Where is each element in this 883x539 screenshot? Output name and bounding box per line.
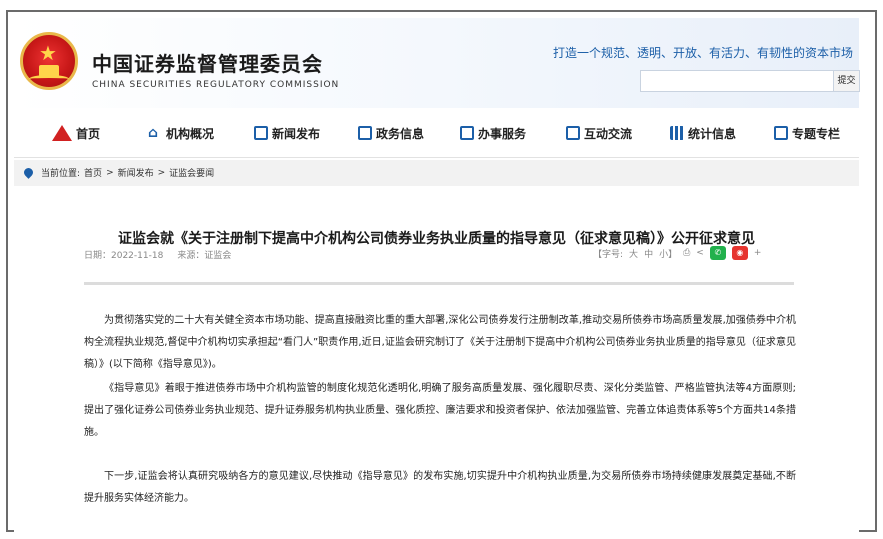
site-header: ★ 中国证券监督管理委员会 CHINA SECURITIES REGULATOR… bbox=[14, 18, 860, 108]
title-divider bbox=[84, 282, 794, 285]
nav-item-label: 统计信息 bbox=[688, 126, 737, 141]
slogan: 打造一个规范、透明、开放、有活力、有韧性的资本市场 bbox=[552, 46, 853, 60]
nav-item-special[interactable]: 专题专栏 bbox=[774, 122, 840, 144]
print-icon[interactable]: ⎙ bbox=[683, 248, 690, 258]
nav-item-home[interactable]: 首页 bbox=[52, 122, 100, 144]
building-icon: ⌂ bbox=[148, 125, 159, 141]
chat-icon bbox=[566, 126, 580, 140]
weibo-share-icon[interactable]: ◉ bbox=[731, 246, 748, 260]
main-nav: 首页 ⌂ 机构概况 新闻发布 政务信息 办事服务 互动交流 统计信息 专题专栏 bbox=[14, 108, 859, 158]
bar-chart-icon bbox=[670, 126, 684, 140]
home-icon bbox=[52, 125, 72, 141]
wheat-icon bbox=[29, 75, 69, 83]
monitor-icon bbox=[358, 126, 372, 140]
org-name-cn[interactable]: 中国证券监督管理委员会 bbox=[92, 48, 323, 77]
nav-item-gov-info[interactable]: 政务信息 bbox=[358, 122, 424, 144]
font-size-medium-button[interactable]: 中 bbox=[644, 247, 653, 260]
org-name-en: CHINA SECURITIES REGULATORY COMMISSION bbox=[92, 80, 340, 90]
article-meta: 日期：2022-11-18 来源：证监会 bbox=[84, 248, 231, 261]
search-input[interactable] bbox=[640, 70, 834, 92]
nav-item-label: 机构概况 bbox=[166, 126, 215, 141]
nav-item-label: 专题专栏 bbox=[792, 126, 841, 141]
breadcrumb-item-csrc-news[interactable]: 证监会要闻 bbox=[169, 166, 214, 179]
nav-item-interaction[interactable]: 互动交流 bbox=[566, 122, 632, 144]
breadcrumb: 当前位置: 首页 > 新闻发布 > 证监会要闻 bbox=[22, 166, 214, 179]
nav-item-label: 首页 bbox=[76, 126, 101, 141]
nav-item-services[interactable]: 办事服务 bbox=[460, 122, 526, 144]
breadcrumb-item-news[interactable]: 新闻发布 bbox=[118, 166, 154, 179]
nav-item-label: 新闻发布 bbox=[272, 126, 321, 141]
wechat-share-icon[interactable]: ✆ bbox=[709, 246, 726, 260]
article-source: 来源：证监会 bbox=[177, 251, 232, 261]
article-paragraph: 为贯彻落实党的二十大有关健全资本市场功能、提高直接融资比重的重大部署,深化公司债… bbox=[84, 315, 796, 370]
nav-item-label: 办事服务 bbox=[478, 126, 527, 141]
more-share-button[interactable]: + bbox=[754, 248, 762, 258]
nav-item-statistics[interactable]: 统计信息 bbox=[670, 122, 736, 144]
service-icon bbox=[460, 126, 474, 140]
breadcrumb-bar: 当前位置: 首页 > 新闻发布 > 证监会要闻 bbox=[14, 160, 859, 186]
search-submit-button[interactable]: 提交 bbox=[834, 70, 860, 92]
location-pin-icon bbox=[22, 166, 35, 179]
nav-item-news[interactable]: 新闻发布 bbox=[254, 122, 320, 144]
star-icon: ★ bbox=[39, 41, 57, 65]
national-emblem-logo[interactable]: ★ bbox=[20, 32, 78, 90]
news-icon bbox=[254, 126, 268, 140]
document-icon bbox=[774, 126, 788, 140]
article-paragraph: 下一步,证监会将认真研究吸纳各方的意见建议,尽快推动《指导意见》的发布实施,切实… bbox=[84, 471, 796, 504]
nav-item-about[interactable]: ⌂ 机构概况 bbox=[148, 122, 214, 144]
article-title: 证监会就《关于注册制下提高中介机构公司债券业务执业质量的指导意见（征求意见稿）》… bbox=[118, 231, 755, 247]
breadcrumb-item-home[interactable]: 首页 bbox=[84, 166, 102, 179]
article-date: 日期：2022-11-18 bbox=[84, 251, 164, 261]
font-size-label: 【字号: bbox=[593, 249, 624, 260]
breadcrumb-prefix: 当前位置: bbox=[41, 169, 81, 179]
nav-item-label: 政务信息 bbox=[376, 126, 425, 141]
breadcrumb-separator: > bbox=[157, 167, 166, 178]
breadcrumb-separator: > bbox=[106, 167, 114, 178]
article-tools: 【字号: 大 中 小】 ⎙ < ✆ ◉ + bbox=[593, 246, 761, 260]
article-paragraph: 《指导意见》着眼于推进债券市场中介机构监管的制度化规范化透明化,明确了服务高质量… bbox=[84, 383, 796, 438]
nav-item-label: 互动交流 bbox=[584, 126, 633, 141]
font-size-large-button[interactable]: 大 bbox=[629, 247, 638, 260]
article: 证监会就《关于注册制下提高中介机构公司债券业务执业质量的指导意见（征求意见稿）》… bbox=[14, 186, 859, 532]
font-size-small-button[interactable]: 小】 bbox=[659, 247, 677, 260]
share-icon[interactable]: < bbox=[696, 248, 704, 258]
